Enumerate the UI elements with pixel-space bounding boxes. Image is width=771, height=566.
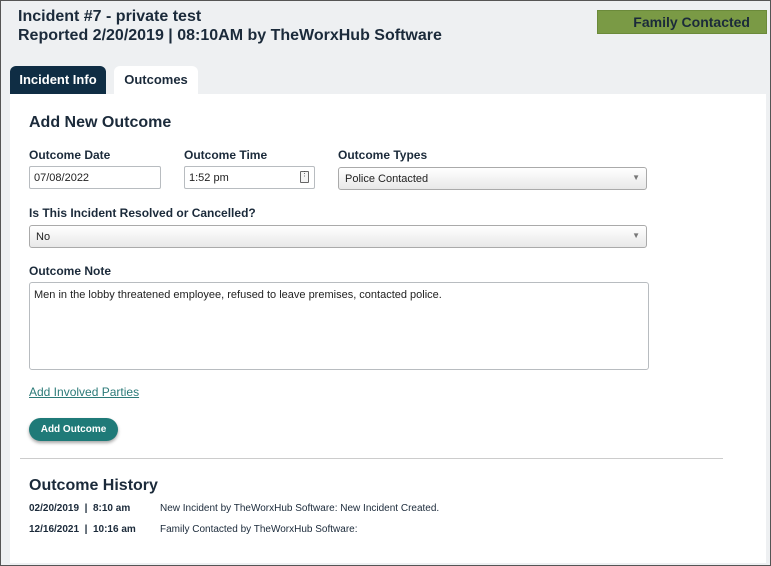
add-outcome-button[interactable]: Add Outcome bbox=[29, 418, 118, 441]
outcome-time-input[interactable]: 1:52 pm ⋮ bbox=[184, 166, 315, 189]
tab-outcomes-label: Outcomes bbox=[124, 72, 188, 87]
status-badge: Family Contacted bbox=[597, 10, 767, 34]
section-divider bbox=[20, 458, 723, 459]
incident-header: Incident #7 - private test Reported 2/20… bbox=[18, 7, 442, 45]
incident-reported-line: Reported 2/20/2019 | 08:10AM by TheWorxH… bbox=[18, 27, 442, 44]
outcome-note-label: Outcome Note bbox=[29, 264, 112, 278]
resolved-select[interactable]: No ▼ bbox=[29, 225, 647, 248]
history-date: 12/16/2021 | 10:16 am bbox=[29, 524, 136, 535]
outcome-date-input[interactable]: 07/08/2022 bbox=[29, 166, 161, 189]
outcome-types-value: Police Contacted bbox=[345, 173, 429, 185]
resolved-value: No bbox=[36, 231, 51, 243]
outcome-time-value: 1:52 pm bbox=[189, 172, 229, 184]
outcomes-panel: Add New Outcome Outcome Date 07/08/2022 … bbox=[10, 94, 766, 563]
outcome-types-label: Outcome Types bbox=[338, 148, 428, 162]
window-frame: Incident #7 - private test Reported 2/20… bbox=[0, 0, 771, 566]
add-involved-parties-link[interactable]: Add Involved Parties bbox=[29, 385, 139, 399]
outcome-history-title: Outcome History bbox=[29, 477, 158, 494]
outcome-types-select[interactable]: Police Contacted ▼ bbox=[338, 167, 647, 190]
tab-incident-info[interactable]: Incident Info bbox=[10, 66, 106, 94]
history-date: 02/20/2019 | 8:10 am bbox=[29, 503, 131, 514]
time-picker-icon[interactable]: ⋮ bbox=[300, 171, 309, 183]
history-text: New Incident by TheWorxHub Software: New… bbox=[160, 503, 440, 514]
outcome-time-label: Outcome Time bbox=[184, 148, 268, 162]
chevron-down-icon: ▼ bbox=[632, 231, 640, 240]
outcome-date-label: Outcome Date bbox=[29, 148, 111, 162]
incident-title: Incident #7 - private test bbox=[18, 8, 202, 25]
resolved-label: Is This Incident Resolved or Cancelled? bbox=[29, 206, 256, 220]
tab-outcomes[interactable]: Outcomes bbox=[114, 66, 198, 94]
history-text: Family Contacted by TheWorxHub Software: bbox=[160, 524, 358, 535]
history-row: 12/16/2021 | 10:16 am Family Contacted by… bbox=[29, 524, 358, 535]
outcome-note-textarea[interactable]: Men in the lobby threatened employee, re… bbox=[29, 282, 649, 370]
history-row: 02/20/2019 | 8:10 am New Incident by TheW… bbox=[29, 503, 439, 514]
chevron-down-icon: ▼ bbox=[632, 173, 640, 182]
add-outcome-title: Add New Outcome bbox=[29, 114, 172, 131]
